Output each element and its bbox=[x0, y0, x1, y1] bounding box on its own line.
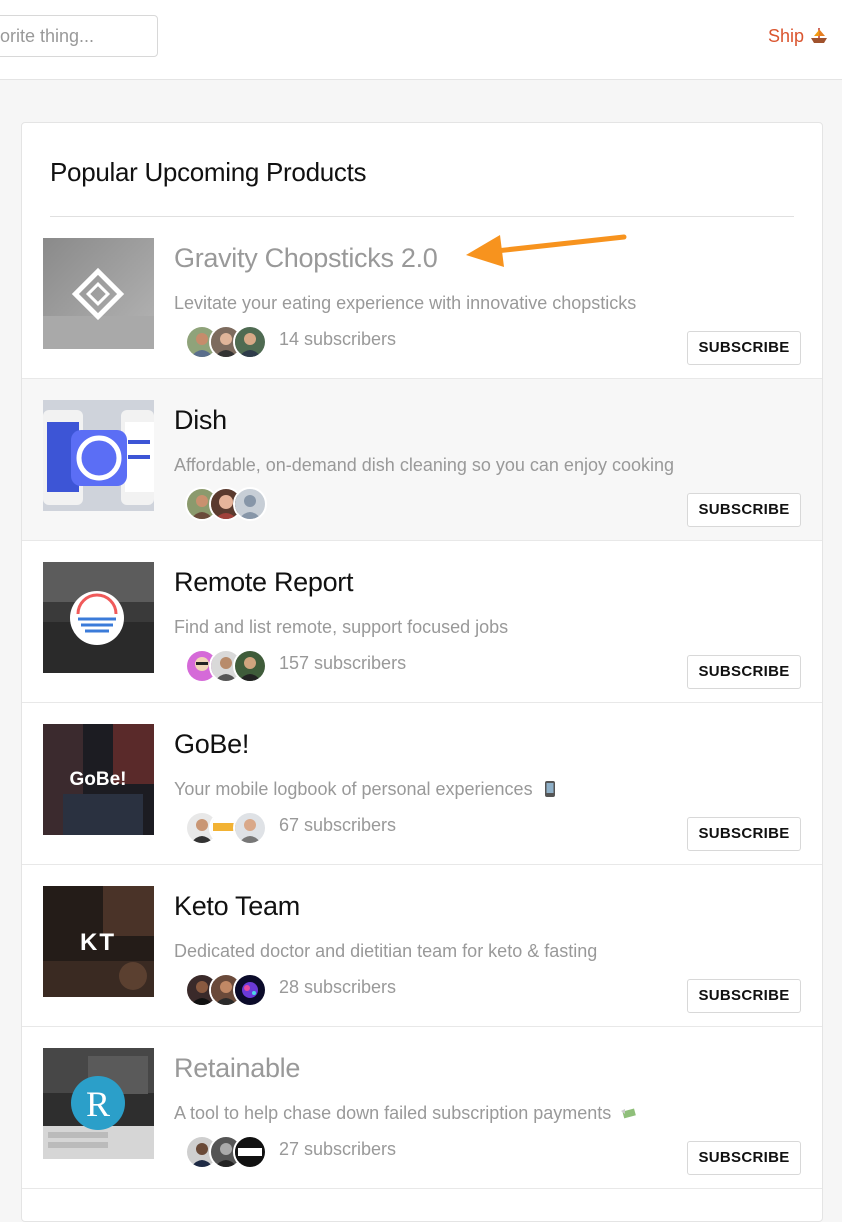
avatar bbox=[233, 487, 267, 521]
subscriber-avatars bbox=[185, 811, 267, 845]
mobile-phone-icon bbox=[544, 781, 555, 797]
product-thumbnail: GoBe! bbox=[43, 724, 154, 835]
subscribe-button[interactable]: SUBSCRIBE bbox=[687, 493, 801, 527]
gravity-logo-icon bbox=[43, 238, 154, 349]
product-item[interactable]: GoBe! GoBe! Your mobile logbook of perso… bbox=[22, 703, 822, 865]
subscribe-button[interactable]: SUBSCRIBE bbox=[687, 979, 801, 1013]
product-name[interactable]: Remote Report bbox=[174, 567, 353, 598]
ship-label: Ship bbox=[767, 26, 804, 46]
product-tagline: Levitate your eating experience with inn… bbox=[174, 293, 637, 313]
product-thumbnail bbox=[43, 238, 154, 349]
subscriber-avatars bbox=[185, 1135, 267, 1169]
product-item[interactable]: Dish Affordable, on-demand dish cleaning… bbox=[22, 379, 822, 541]
subscriber-count: 67 subscribers bbox=[279, 815, 397, 835]
avatar bbox=[233, 325, 267, 359]
tagline-text: Your mobile logbook of personal experien… bbox=[174, 779, 533, 799]
tagline-text: A tool to help chase down failed subscri… bbox=[174, 1103, 612, 1123]
remote-report-logo-icon bbox=[43, 562, 154, 673]
upcoming-products-card: Popular Upcoming Products Gravity Chopst… bbox=[21, 122, 823, 1222]
subscribe-button[interactable]: SUBSCRIBE bbox=[687, 817, 801, 851]
product-tagline: A tool to help chase down failed subscri… bbox=[174, 1103, 637, 1124]
product-tagline: Find and list remote, support focused jo… bbox=[174, 617, 509, 637]
section-title: Popular Upcoming Products bbox=[50, 157, 367, 187]
product-thumbnail bbox=[43, 400, 154, 511]
subscriber-count: 14 subscribers bbox=[279, 329, 397, 349]
search-input[interactable]: vorite thing... bbox=[0, 15, 158, 57]
subscriber-count: 157 subscribers bbox=[279, 653, 407, 673]
retainable-logo-icon: R bbox=[43, 1048, 154, 1159]
avatar bbox=[233, 1135, 267, 1169]
product-thumbnail bbox=[43, 562, 154, 673]
money-with-wings-icon bbox=[621, 1108, 637, 1119]
subscribe-button[interactable]: SUBSCRIBE bbox=[687, 1141, 801, 1175]
product-tagline: Affordable, on-demand dish cleaning so y… bbox=[174, 455, 675, 475]
subscriber-avatars bbox=[185, 487, 267, 521]
product-name[interactable]: Dish bbox=[174, 405, 227, 436]
top-bar: vorite thing... Ship bbox=[0, 0, 842, 80]
product-item[interactable]: Remote Report Find and list remote, supp… bbox=[22, 541, 822, 703]
product-name[interactable]: GoBe! bbox=[174, 729, 249, 760]
avatar bbox=[233, 811, 267, 845]
subscriber-count: 27 subscribers bbox=[279, 1139, 397, 1159]
product-name[interactable]: Gravity Chopsticks 2.0 bbox=[174, 243, 438, 274]
product-tagline: Your mobile logbook of personal experien… bbox=[174, 779, 558, 800]
product-tagline: Dedicated doctor and dietitian team for … bbox=[174, 941, 598, 961]
subscriber-avatars bbox=[185, 325, 267, 359]
thumb-text: KT bbox=[80, 929, 116, 956]
product-item[interactable]: KT Keto Team Dedicated doctor and dietit… bbox=[22, 865, 822, 1027]
product-name[interactable]: Keto Team bbox=[174, 891, 300, 922]
annotation-arrow-icon bbox=[466, 234, 627, 267]
avatar bbox=[233, 973, 267, 1007]
subscriber-avatars bbox=[185, 973, 267, 1007]
product-name[interactable]: Retainable bbox=[174, 1053, 300, 1084]
avatar bbox=[233, 649, 267, 683]
subscribe-button[interactable]: SUBSCRIBE bbox=[687, 331, 801, 365]
product-thumbnail: KT bbox=[43, 886, 154, 997]
product-item[interactable]: R Retainable A tool to help chase down f… bbox=[22, 1027, 822, 1189]
product-item[interactable]: Gravity Chopsticks 2.0 Levitate your eat… bbox=[22, 217, 822, 379]
keto-team-logo-icon: KT bbox=[43, 886, 154, 997]
dish-logo-icon bbox=[43, 400, 154, 511]
gobe-logo-icon: GoBe! bbox=[43, 724, 154, 835]
ship-link[interactable]: Ship bbox=[768, 24, 828, 48]
subscriber-avatars bbox=[185, 649, 267, 683]
product-thumbnail: R bbox=[43, 1048, 154, 1159]
ship-icon bbox=[811, 28, 827, 43]
thumb-text: GoBe! bbox=[70, 769, 127, 790]
subscribe-button[interactable]: SUBSCRIBE bbox=[687, 655, 801, 689]
thumb-text: R bbox=[86, 1084, 110, 1124]
subscriber-count: 28 subscribers bbox=[279, 977, 397, 997]
